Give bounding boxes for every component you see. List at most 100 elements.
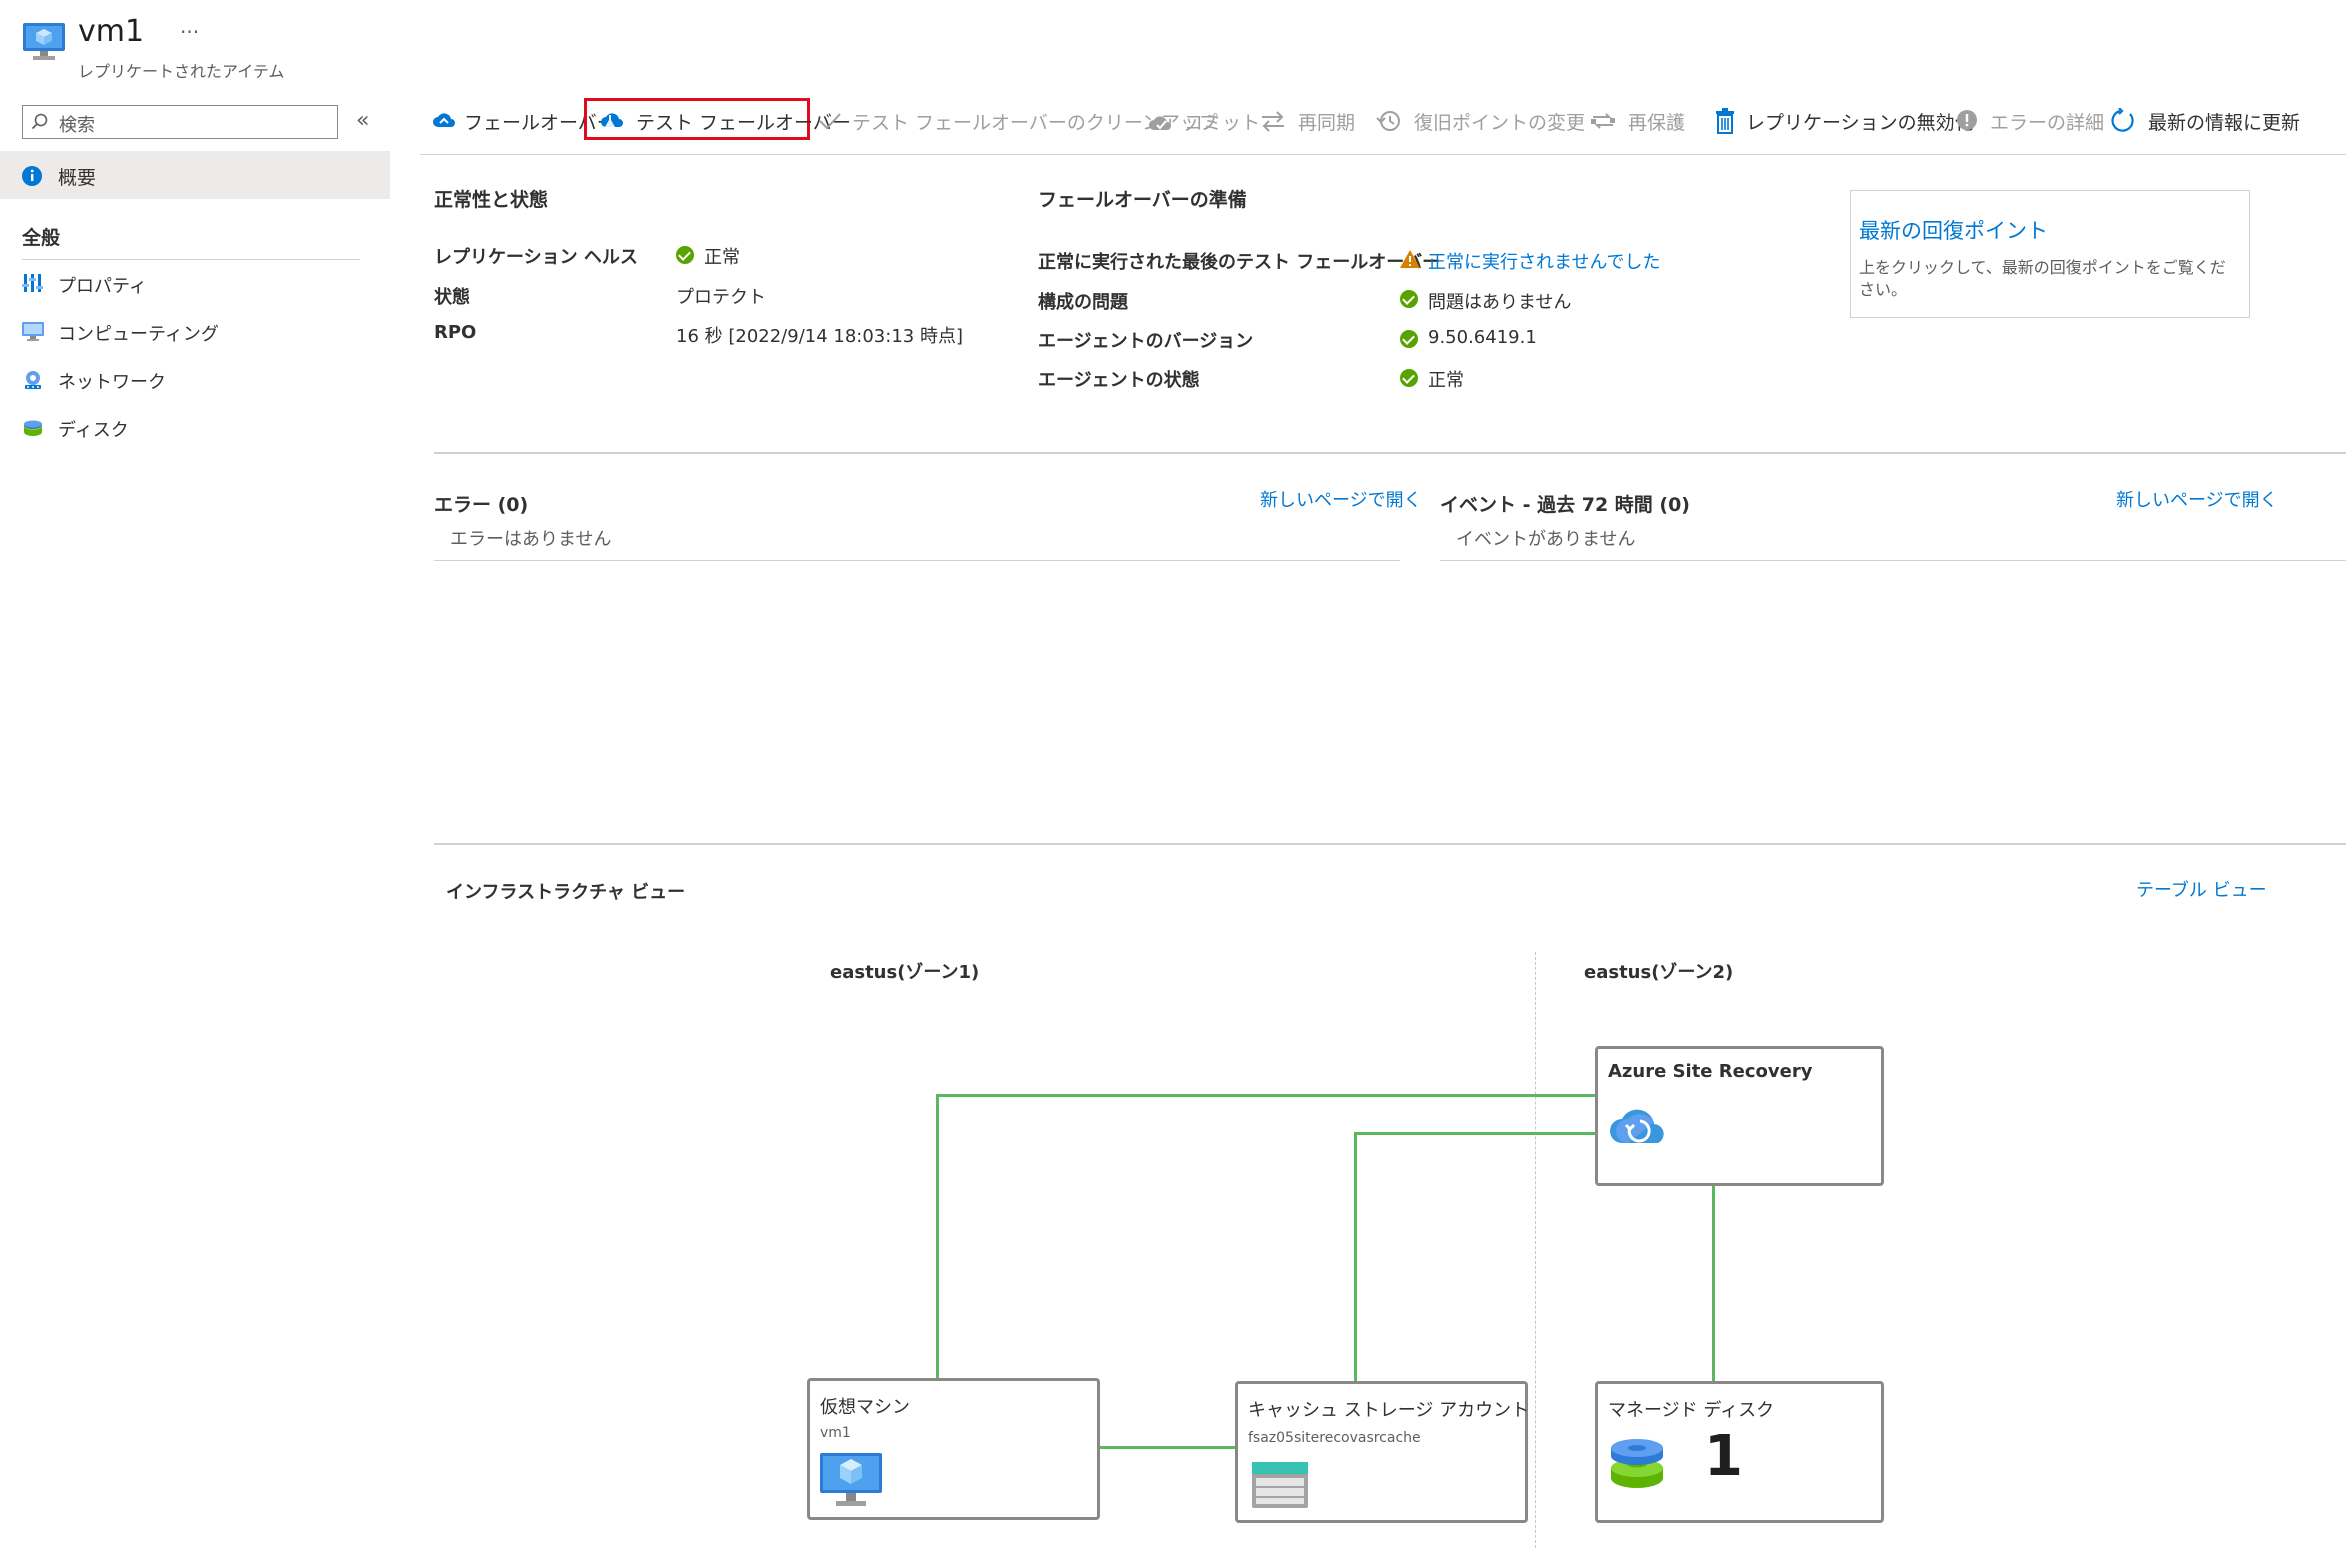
warning-icon [1400,250,1420,268]
resync-label: 再同期 [1298,112,1356,134]
health-label-rpo: RPO [434,322,477,343]
reprotect-icon [1591,113,1615,129]
change-recovery-point-button[interactable]: 復旧ポイントの変更 [1376,104,1585,138]
cleanup-test-failover-button[interactable]: テスト フェールオーバーのクリーンアップ [816,104,1218,138]
check-ok-icon [676,246,694,264]
delete-icon [1716,108,1734,134]
readiness-value-config: 問題はありません [1428,292,1572,313]
collapse-sidebar-button[interactable]: « [356,108,369,133]
health-value-replication: 正常 [704,247,740,268]
zone2-label: eastus(ゾーン2) [1584,962,1734,983]
recovery-point-text: 上をクリックして、最新の回復ポイントをご覧ください。 [1859,258,2226,299]
info-icon [22,166,42,186]
sidebar-item-label: ディスク [58,420,129,441]
cache-node-title: キャッシュ ストレージ アカウント [1248,1400,1530,1421]
connector-line [1354,1132,1598,1135]
sidebar-item-network[interactable]: ネットワーク [0,366,390,406]
check-ok-icon [1400,330,1418,348]
readiness-label-agent-state: エージェントの状態 [1038,370,1200,391]
change-recovery-point-label: 復旧ポイントの変更 [1414,112,1586,134]
connector-line [1712,1186,1715,1382]
vm-node-title: 仮想マシン [820,1397,910,1418]
recovery-point-card[interactable]: 最新の回復ポイント 上をクリックして、最新の回復ポイントをご覧ください。 [1850,190,2250,318]
error-icon [1957,110,1977,130]
errors-heading: エラー (0) [434,494,529,516]
resync-button[interactable]: 再同期 [1260,104,1360,138]
storage-account-icon [1252,1462,1308,1508]
resync-icon [1262,111,1284,132]
sidebar-item-disk[interactable]: ディスク [0,414,390,454]
reprotect-button[interactable]: 再保護 [1590,104,1700,138]
zone-divider [1535,952,1536,1548]
disk-icon [24,420,42,436]
history-icon [1376,111,1400,131]
disable-replication-label: レプリケーションの無効化 [1746,112,1974,134]
failover-button[interactable]: フェールオーバー [430,104,616,138]
sidebar-item-label: 概要 [58,167,97,189]
disable-replication-button[interactable]: レプリケーションの無効化 [1712,104,1974,138]
commit-label: コミット [1184,112,1261,134]
check-ok-icon [1400,369,1418,387]
site-recovery-cloud-icon [1610,1109,1664,1143]
azure-site-recovery-node[interactable]: Azure Site Recovery [1595,1046,1884,1186]
search-placeholder: 検索 [59,115,95,136]
table-view-link[interactable]: テーブル ビュー [2136,876,2267,902]
sidebar-item-properties[interactable]: プロパティ [0,270,390,310]
virtual-machine-node[interactable]: 仮想マシン vm1 [807,1378,1100,1520]
connector-line [1097,1446,1237,1449]
readiness-value-agent-state: 正常 [1428,370,1464,391]
vm-node-name: vm1 [820,1425,851,1441]
network-icon [25,371,41,389]
refresh-button[interactable]: 最新の情報に更新 [2110,104,2310,138]
sidebar-item-overview[interactable]: 概要 [0,151,390,199]
events-empty-text: イベントがありません [1456,529,1636,550]
sidebar-divider [22,259,360,260]
error-details-label: エラーの詳細 [1990,112,2105,134]
sidebar-item-compute[interactable]: コンピューティング [0,318,390,358]
managed-disk-icon [1611,1439,1663,1488]
errors-divider [434,560,1400,561]
connector-line [1354,1132,1357,1382]
search-icon [31,113,48,130]
page-subtitle: レプリケートされたアイテム [78,62,285,81]
health-label-replication: レプリケーション ヘルス [434,247,638,268]
events-open-link[interactable]: 新しいページで開く [2116,486,2278,512]
search-input[interactable]: 検索 [22,105,338,139]
reprotect-label: 再保護 [1628,112,1686,134]
test-failover-button[interactable]: テスト フェールオーバー [598,104,851,138]
commit-button[interactable]: コミット [1148,104,1260,138]
managed-disk-node[interactable]: マネージド ディスク 1 [1595,1381,1884,1523]
cache-node-name: fsaz05siterecovasrcache [1248,1430,1421,1446]
more-actions-button[interactable]: ··· [180,20,199,44]
cache-storage-account-node[interactable]: キャッシュ ストレージ アカウント fsaz05siterecovasrcach… [1235,1381,1530,1523]
sidebar-item-label: コンピューティング [58,324,219,345]
recovery-point-title[interactable]: 最新の回復ポイント [1859,215,2048,245]
refresh-icon [2111,108,2134,132]
checkmark-icon [819,113,841,130]
health-value-rpo: 16 秒 [2022/9/14 18:03:13 時点] [676,326,963,347]
health-heading: 正常性と状態 [434,189,549,211]
connector-line [936,1094,1598,1097]
compute-icon [22,322,44,341]
last-test-failover-link[interactable]: 正常に実行されませんでした [1428,248,1661,274]
readiness-label-config: 構成の問題 [1038,292,1128,313]
cloud-failover-icon [433,113,455,127]
section-divider [434,452,2346,454]
test-failover-icon [601,113,623,127]
vm-resource-icon [23,23,65,60]
error-details-button[interactable]: エラーの詳細 [1954,104,2104,138]
connector-line [936,1094,939,1380]
health-label-state: 状態 [434,287,470,308]
disk-count: 1 [1704,1424,1743,1489]
zone1-label: eastus(ゾーン1) [830,962,980,983]
readiness-label-agent-version: エージェントのバージョン [1038,331,1254,352]
toolbar-divider [420,154,2346,155]
disk-node-title: マネージド ディスク [1608,1400,1775,1421]
vm-icon [820,1453,882,1506]
section-divider [434,843,2346,845]
errors-open-link[interactable]: 新しいページで開く [1260,486,1422,512]
readiness-value-agent-version: 9.50.6419.1 [1428,327,1537,348]
refresh-label: 最新の情報に更新 [2148,112,2301,134]
commit-icon [1149,116,1171,130]
properties-icon [22,274,43,292]
